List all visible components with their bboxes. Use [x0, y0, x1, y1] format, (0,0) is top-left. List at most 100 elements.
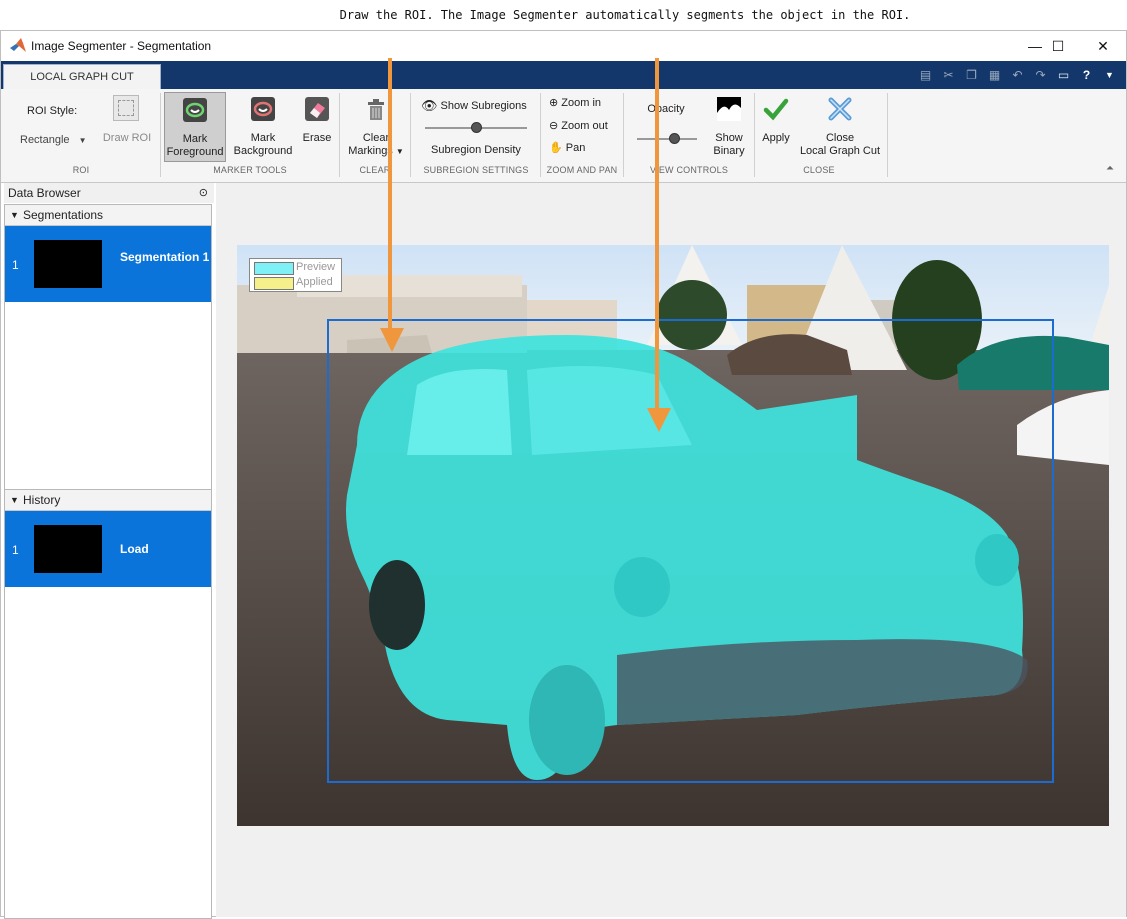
- checkmark-icon: [763, 98, 789, 121]
- draw-roi-button[interactable]: Draw ROI: [97, 132, 157, 145]
- zoom-out-icon: ⊖: [549, 120, 559, 132]
- clear-markings-button[interactable]: Clear Markings ▼: [345, 96, 407, 158]
- segmentation-label: Segmentation 1: [120, 250, 210, 264]
- mark-foreground-line1: Mark: [182, 133, 208, 145]
- title-bar: Image Segmenter - Segmentation — ☐ ✕: [1, 31, 1126, 61]
- undo-icon[interactable]: ↶: [1007, 65, 1028, 85]
- draw-roi-icon: [113, 95, 139, 121]
- binary-image-icon: [717, 97, 741, 121]
- roi-shape-value: Rectangle: [20, 134, 70, 146]
- apply-button[interactable]: Apply: [757, 96, 795, 145]
- segmentations-section: ▼ Segmentations 1 Segmentation 1: [4, 204, 212, 501]
- data-browser-title: Data Browser: [8, 186, 81, 200]
- show-binary-line1: Show: [715, 132, 743, 144]
- slider-thumb[interactable]: [669, 133, 680, 144]
- ribbon-divider: [887, 93, 888, 177]
- eraser-icon: [305, 97, 329, 121]
- opacity-label: Opacity: [647, 103, 685, 115]
- close-graph-cut-button[interactable]: Close Local Graph Cut: [797, 96, 883, 158]
- cut-icon[interactable]: ✂: [938, 65, 959, 85]
- history-thumbnail: [34, 525, 102, 573]
- annotation-arrow: [655, 58, 659, 413]
- show-subregions-label: Show Subregions: [440, 100, 527, 112]
- zoom-in-button[interactable]: ⊕ Zoom in: [549, 96, 601, 109]
- legend-preview-label: Preview: [296, 261, 336, 273]
- overlay-legend: Preview Applied: [249, 258, 342, 292]
- close-graph-cut-line1: Close: [825, 132, 855, 144]
- zoom-in-label: Zoom in: [561, 97, 602, 109]
- redo-icon[interactable]: ↷: [1030, 65, 1051, 85]
- pan-label: Pan: [565, 142, 586, 154]
- slider-thumb[interactable]: [471, 122, 482, 133]
- quick-access-toolbar: ▤ ✂ ❐ ▦ ↶ ↷ ▭ ? ▼: [915, 65, 1120, 85]
- panel-menu-icon[interactable]: ⊙: [199, 183, 208, 203]
- save-icon[interactable]: ▤: [915, 65, 936, 85]
- mark-background-line1: Mark: [250, 132, 276, 144]
- zoom-and-pan-section-label: ZOOM AND PAN: [546, 165, 618, 175]
- help-icon[interactable]: ?: [1076, 65, 1097, 85]
- image-view[interactable]: [237, 245, 1109, 826]
- ribbon: ROI Style: Rectangle ▼ Draw ROI ROI Mark…: [1, 89, 1126, 183]
- segmentations-header[interactable]: ▼ Segmentations: [5, 205, 211, 226]
- view-controls-section-label: VIEW CONTROLS: [649, 165, 729, 175]
- mark-background-button[interactable]: Mark Background: [232, 96, 294, 158]
- trash-icon: [368, 99, 384, 120]
- close-button[interactable]: ✕: [1080, 31, 1126, 61]
- roi-rectangle[interactable]: [327, 319, 1054, 783]
- paste-icon[interactable]: ▦: [984, 65, 1005, 85]
- caption-text: Draw the ROI. The Image Segmenter automa…: [339, 8, 911, 22]
- legend-applied-label: Applied: [296, 276, 333, 288]
- eye-icon: 👁: [421, 98, 438, 113]
- erase-label: Erase: [302, 132, 332, 144]
- collapse-triangle-icon: ▼: [10, 210, 19, 220]
- tab-local-graph-cut[interactable]: LOCAL GRAPH CUT: [3, 64, 161, 90]
- zoom-out-label: Zoom out: [561, 120, 608, 132]
- window-icon[interactable]: ▭: [1053, 65, 1074, 85]
- segmentations-title: Segmentations: [23, 208, 104, 222]
- apply-label: Apply: [762, 132, 790, 144]
- copy-icon[interactable]: ❐: [961, 65, 982, 85]
- close-x-icon: [828, 97, 852, 121]
- window-title: Image Segmenter - Segmentation: [31, 39, 212, 53]
- show-binary-line2: Binary: [713, 145, 745, 157]
- pan-button[interactable]: ✋ Pan: [549, 141, 585, 154]
- hand-icon: ✋: [549, 142, 563, 154]
- dropdown-icon[interactable]: ▼: [1099, 65, 1120, 85]
- zoom-in-icon: ⊕: [549, 97, 559, 109]
- mark-background-line2: Background: [233, 145, 293, 157]
- row-index: 1: [12, 258, 19, 272]
- mark-foreground-button[interactable]: Mark Foreground: [164, 92, 226, 162]
- arrow-head-icon: [380, 328, 404, 352]
- list-item[interactable]: 1 Segmentation 1: [5, 226, 211, 302]
- app-window: Image Segmenter - Segmentation — ☐ ✕ LOC…: [0, 30, 1127, 919]
- foreground-brush-icon: [183, 98, 207, 122]
- roi-style-label: ROI Style:: [27, 105, 78, 117]
- mark-foreground-line2: Foreground: [166, 146, 224, 158]
- maximize-button[interactable]: ☐: [1035, 31, 1081, 61]
- matlab-logo-icon: [10, 38, 26, 52]
- zoom-out-button[interactable]: ⊖ Zoom out: [549, 119, 608, 132]
- roi-shape-dropdown[interactable]: Rectangle ▼: [20, 134, 87, 146]
- opacity-slider[interactable]: [637, 133, 697, 144]
- segmentation-thumbnail: [34, 240, 102, 288]
- subregion-density-slider[interactable]: [425, 122, 527, 133]
- subregion-settings-section-label: SUBREGION SETTINGS: [423, 165, 529, 175]
- roi-section-label: ROI: [72, 165, 90, 175]
- preview-swatch: [254, 262, 294, 275]
- collapse-ribbon-icon[interactable]: ⏶: [1106, 163, 1114, 174]
- list-item[interactable]: 1 Load: [5, 511, 211, 587]
- history-header[interactable]: ▼ History: [5, 490, 211, 511]
- subregion-density-label: Subregion Density: [431, 144, 521, 156]
- data-browser-header: Data Browser ⊙: [4, 183, 214, 203]
- erase-button[interactable]: Erase: [297, 96, 337, 145]
- annotation-arrow: [388, 58, 392, 333]
- ribbon-tab-strip: LOCAL GRAPH CUT ▤ ✂ ❐ ▦ ↶ ↷ ▭ ? ▼: [1, 61, 1126, 90]
- history-label: Load: [120, 542, 149, 556]
- close-graph-cut-line2: Local Graph Cut: [799, 145, 881, 157]
- show-binary-button[interactable]: Show Binary: [705, 96, 753, 158]
- show-subregions-toggle[interactable]: 👁 Show Subregions: [421, 98, 527, 114]
- close-section-label: CLOSE: [803, 165, 835, 175]
- applied-swatch: [254, 277, 294, 290]
- image-canvas[interactable]: [216, 58, 1126, 917]
- background-brush-icon: [251, 97, 275, 121]
